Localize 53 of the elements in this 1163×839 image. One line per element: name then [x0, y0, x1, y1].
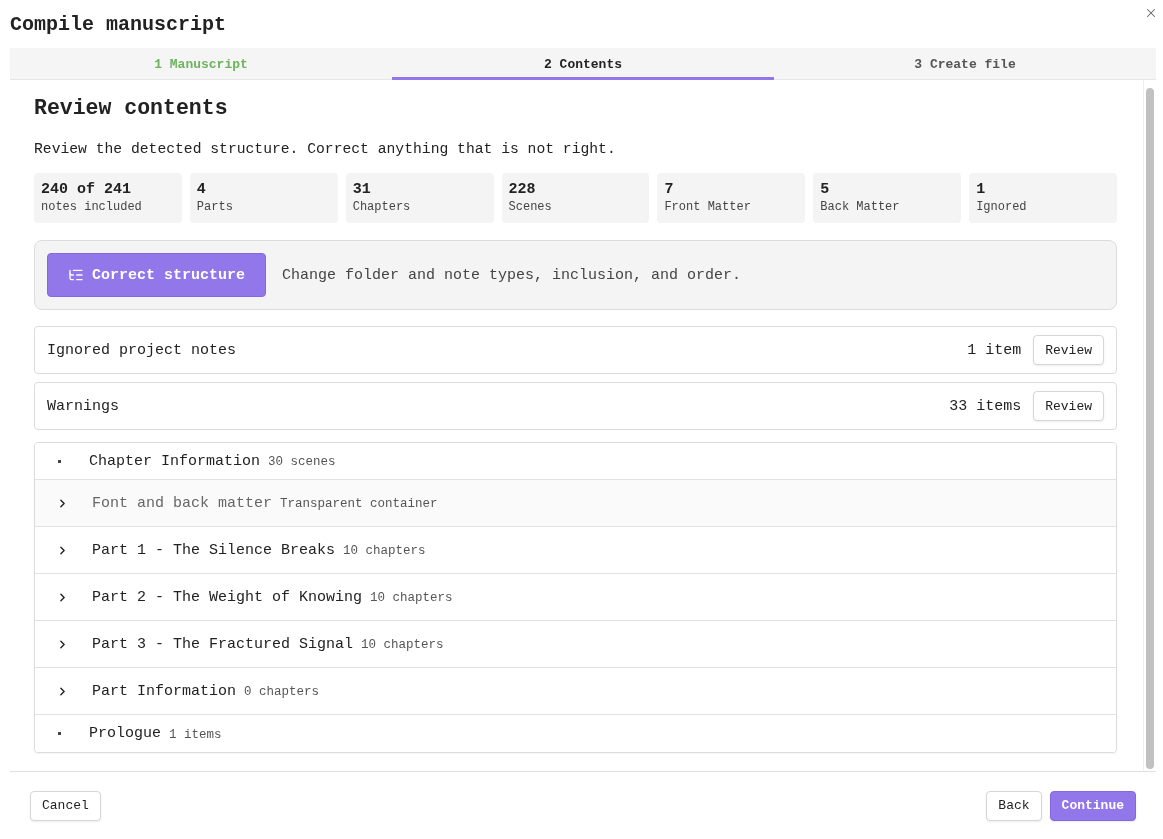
tree-row-count: 30 scenes: [268, 454, 336, 469]
item-count: 1 item: [967, 341, 1022, 359]
stat-value: 7: [664, 181, 674, 199]
tree-row[interactable]: Part 2 - The Weight of Knowing 10 chapters: [35, 574, 1116, 621]
tree-row-title: Chapter Information: [89, 452, 261, 470]
tree-row-count: Transparent container: [280, 496, 438, 511]
stat-label: Parts: [196, 199, 233, 215]
close-icon[interactable]: [1144, 6, 1158, 20]
stat-label: Chapters: [352, 199, 411, 215]
section-heading: Review contents: [34, 95, 229, 122]
stat-label: Back Matter: [820, 199, 900, 215]
tree-row[interactable]: Part Information 0 chapters: [35, 668, 1116, 715]
tree-row-title: Part 2 - The Weight of Knowing: [92, 588, 363, 606]
step-tab[interactable]: 3 Create file: [774, 48, 1156, 80]
stat-value: 228: [508, 181, 536, 199]
tree-row[interactable]: Prologue 1 items: [35, 715, 1116, 752]
tree-row-title: Prologue: [89, 725, 161, 742]
secondary-button[interactable]: Cancel: [30, 790, 101, 821]
tree-row-count: 10 chapters: [343, 543, 426, 558]
row-label: Warnings: [47, 397, 119, 415]
secondary-button[interactable]: Back: [986, 790, 1042, 821]
stat-label: notes included: [41, 199, 142, 215]
review-button[interactable]: Review: [1033, 335, 1104, 365]
tree-row-count: 10 chapters: [370, 590, 453, 605]
stat-value: 240 of 241: [41, 181, 131, 199]
row-label: Ignored project notes: [47, 341, 237, 359]
stat-label: Front Matter: [664, 199, 751, 215]
dialog-title: Compile manuscript: [10, 12, 227, 38]
stat-value: 4: [196, 181, 206, 199]
tree-row[interactable]: Part 3 - The Fractured Signal 10 chapters: [35, 621, 1116, 668]
item-count: 33 items: [949, 397, 1022, 415]
tree-row[interactable]: Chapter Information 30 scenes: [35, 443, 1116, 480]
tree-row-count: 10 chapters: [361, 637, 444, 652]
tree-row-title: Part 1 - The Silence Breaks: [92, 541, 336, 559]
tree-row-title: Font and back matter: [92, 494, 273, 512]
stat-value: 1: [976, 181, 986, 199]
scrollbar-thumb[interactable]: [1146, 88, 1154, 769]
tree-row-title: Part 3 - The Fractured Signal: [92, 635, 354, 653]
tree-row[interactable]: Part 1 - The Silence Breaks 10 chapters: [35, 527, 1116, 574]
tree-row-count: 1 items: [169, 726, 222, 742]
step-tab[interactable]: 2 Contents: [392, 48, 774, 80]
bullet-icon: [58, 459, 61, 463]
stat-label: Ignored: [976, 199, 1027, 215]
structure-hint: Change folder and note types, inclusion, and order.: [282, 266, 742, 284]
section-description: Review the detected structure. Correct anything that is not right.: [34, 140, 617, 159]
review-button[interactable]: Review: [1033, 391, 1104, 421]
stat-value: 5: [820, 181, 830, 199]
list-tree-icon: [68, 267, 84, 283]
stat-value: 31: [352, 181, 371, 199]
stat-label: Scenes: [508, 199, 552, 215]
tree-row-count: 0 chapters: [244, 684, 320, 699]
bullet-icon: [58, 732, 61, 735]
tree-row-title: Part Information: [92, 682, 237, 700]
